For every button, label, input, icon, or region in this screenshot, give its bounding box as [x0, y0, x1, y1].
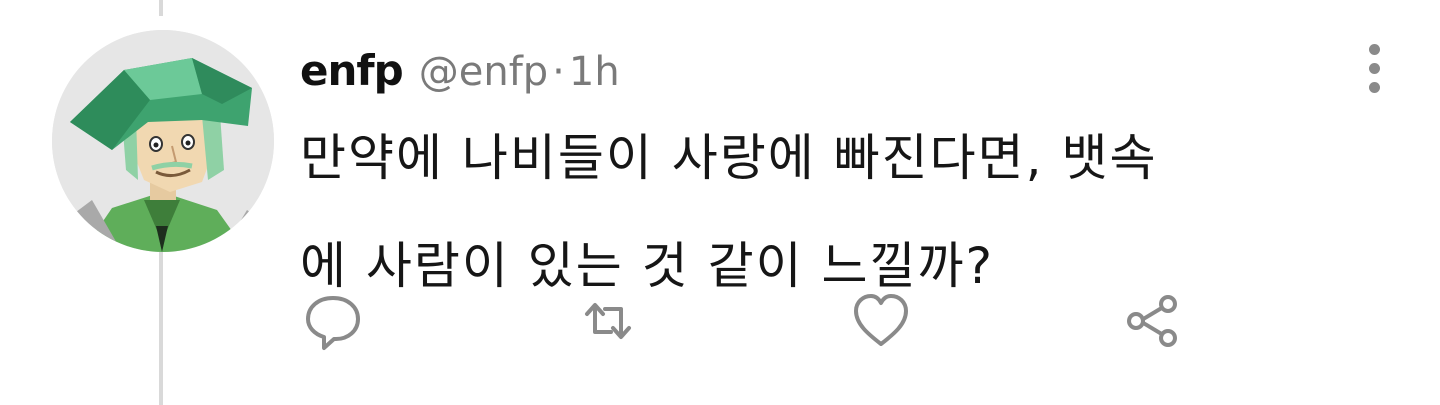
user-handle[interactable]: @enfp	[419, 49, 548, 95]
avatar-illustration	[52, 30, 274, 252]
display-name[interactable]: enfp	[294, 46, 409, 99]
reply-button[interactable]	[300, 288, 366, 354]
more-options-icon[interactable]	[1364, 44, 1384, 100]
meta-separator: ·	[552, 49, 565, 95]
retweet-button[interactable]	[575, 288, 641, 354]
retweet-icon	[585, 303, 631, 339]
tweet-header: enfp @enfp · 1h	[294, 46, 620, 104]
like-button[interactable]	[848, 288, 914, 354]
more-dot	[1368, 82, 1380, 93]
reply-icon	[306, 296, 360, 350]
heart-icon	[854, 294, 908, 346]
tweet-card[interactable]: enfp @enfp · 1h 만약에 나비들이 사랑에 빠진다면, 뱃속 에 …	[0, 0, 1440, 405]
share-icon	[1127, 295, 1177, 347]
share-button[interactable]	[1120, 288, 1186, 354]
thread-connector-top	[159, 0, 163, 16]
more-dot	[1368, 44, 1380, 55]
more-dot	[1368, 63, 1380, 74]
avatar[interactable]	[52, 30, 274, 252]
tweet-timestamp[interactable]: 1h	[569, 49, 620, 95]
action-bar	[0, 288, 1440, 354]
